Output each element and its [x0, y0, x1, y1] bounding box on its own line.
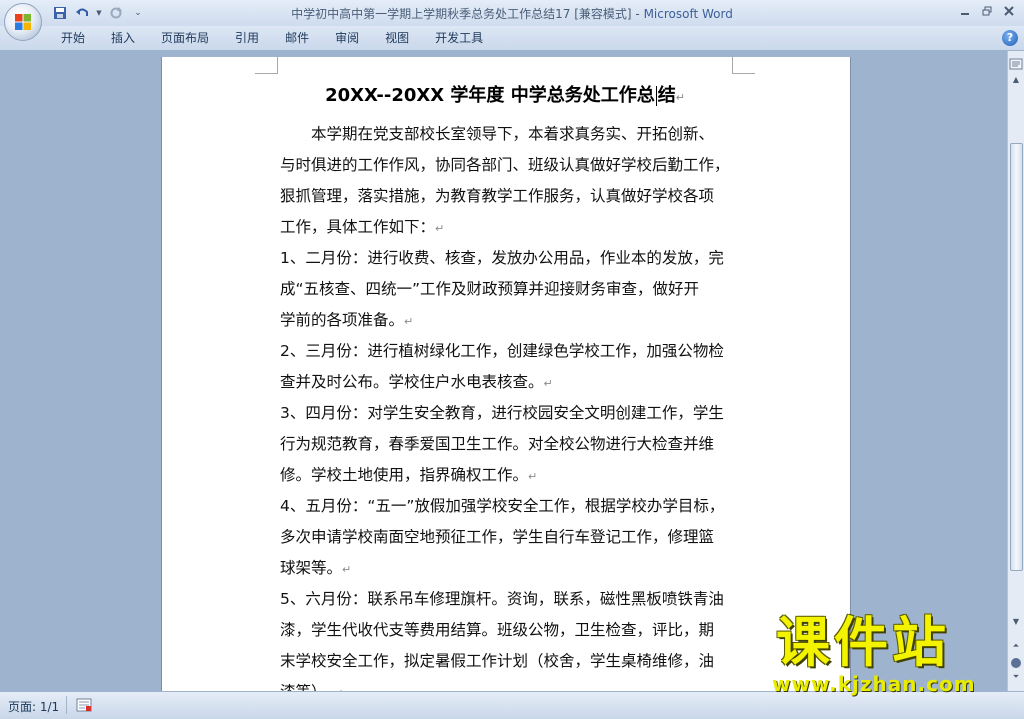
- office-logo-icon: [15, 14, 31, 30]
- line-text: 球架等。: [280, 559, 343, 577]
- line-text: 本学期在党支部校长室领导下，本着求真务实、开拓创新、: [311, 125, 715, 143]
- paragraph[interactable]: 1、二月份：进行收费、核查，发放办公用品，作业本的发放，完 成“五核查、四统一”工…: [280, 243, 730, 336]
- paragraph[interactable]: 本学期在党支部校长室领导下，本着求真务实、开拓创新、与时俱进的工作作风，协同各部…: [280, 119, 730, 243]
- text-cursor: [655, 86, 657, 106]
- line-text: 4、五月份：“五一”放假加强学校安全工作，根据学校办学目标，: [280, 497, 725, 515]
- paragraph[interactable]: 2、三月份：进行植树绿化工作，创建绿色学校工作，加强公物检 查并及时公布。学校住户…: [280, 336, 730, 398]
- text-line: 球架等。↵: [280, 553, 730, 584]
- paragraph[interactable]: 3、四月份：对学生安全教育，进行校园安全文明创建工作，学生 行为规范教育，春季爱国…: [280, 398, 730, 491]
- text-line: 漆，学生代收代支等费用结算。班级公物，卫生检查，评比，期: [280, 615, 730, 646]
- line-text: 3、四月份：对学生安全教育，进行校园安全文明创建工作，学生: [280, 404, 724, 422]
- text-line: 成“五核查、四统一”工作及财政预算并迎接财务审查，做好开: [280, 274, 730, 305]
- status-divider: [66, 696, 67, 714]
- help-icon[interactable]: ?: [1002, 30, 1018, 46]
- line-text: 漆，学生代收代支等费用结算。班级公物，卫生检查，评比，期: [280, 621, 715, 639]
- paragraph[interactable]: 4、五月份：“五一”放假加强学校安全工作，根据学校办学目标， 多次申请学校南面空地…: [280, 491, 730, 584]
- line-text: 多次申请学校南面空地预征工作，学生自行车登记工作，修理篮: [280, 528, 715, 546]
- text-line: 5、六月份：联系吊车修理旗杆。资询，联系，磁性黑板喷铁青油: [280, 584, 730, 615]
- text-line: 工作，具体工作如下：↵: [280, 212, 730, 243]
- line-text: 工作，具体工作如下：: [280, 218, 436, 236]
- document-page[interactable]: 20XX--20XX 学年度 中学总务处工作总 结↵ 本学期在党支部校长室领导下，…: [162, 57, 850, 691]
- document-heading-text: 20XX--20XX 学年度 中学总务处工作总: [325, 85, 655, 106]
- text-line: 末学校安全工作，拟定暑假工作计划（校舍，学生桌椅维修，油: [280, 646, 730, 677]
- line-text: 修。学校土地使用，指界确权工作。: [280, 466, 529, 484]
- text-line: 2、三月份：进行植树绿化工作，创建绿色学校工作，加强公物检: [280, 336, 730, 367]
- margin-corner-top-right: [732, 57, 755, 74]
- paragraph-mark: ↵: [675, 91, 685, 104]
- page-count[interactable]: 页面: 1/1: [8, 698, 59, 715]
- line-text: 成“五核查、四统一”工作及财政预算并迎接财务审查，做好开: [280, 280, 700, 298]
- line-text: 学前的各项准备。: [280, 311, 405, 329]
- app-name: Microsoft Word: [643, 7, 733, 21]
- line-text: 行为规范教育，春季爱国卫生工作。对全校公物进行大检查并维: [280, 435, 715, 453]
- tab-references[interactable]: 引用: [222, 30, 272, 47]
- text-line: 与时俱进的工作作风，协同各部门、班级认真做好学校后勤工作，: [280, 150, 730, 181]
- paragraph[interactable]: 5、六月份：联系吊车修理旗杆。资询，联系，磁性黑板喷铁青油 漆，学生代收代支等费用…: [280, 584, 730, 691]
- text-line: 查并及时公布。学校住户水电表核查。↵: [280, 367, 730, 398]
- tab-home[interactable]: 开始: [48, 30, 98, 47]
- watermark-url: www.kjzhan.com: [772, 672, 976, 696]
- text-line: 漆等）。↵: [280, 677, 730, 691]
- tab-review[interactable]: 审阅: [322, 30, 372, 47]
- text-line: 本学期在党支部校长室领导下，本着求真务实、开拓创新、: [280, 119, 730, 150]
- minimize-icon[interactable]: [954, 2, 976, 20]
- next-page-icon[interactable]: ⏷: [1009, 672, 1023, 686]
- text-line: 狠抓管理，落实措施，为教育教学工作服务，认真做好学校各项: [280, 181, 730, 212]
- paragraph-mark: ↵: [404, 315, 414, 328]
- text-line: 1、二月份：进行收费、核查，发放办公用品，作业本的发放，完: [280, 243, 730, 274]
- text-line: 学前的各项准备。↵: [280, 305, 730, 336]
- text-line: 4、五月份：“五一”放假加强学校安全工作，根据学校办学目标，: [280, 491, 730, 522]
- line-text: 狠抓管理，落实措施，为教育教学工作服务，认真做好学校各项: [280, 187, 715, 205]
- paragraph-mark: ↵: [528, 470, 538, 483]
- tab-view[interactable]: 视图: [372, 30, 422, 47]
- close-icon[interactable]: [998, 2, 1020, 20]
- tab-developer[interactable]: 开发工具: [422, 30, 496, 47]
- window-controls: [954, 2, 1020, 20]
- vertical-scrollbar[interactable]: ▲ ▼ ⏶ ⏷: [1007, 51, 1024, 691]
- line-text: 1、二月份：进行收费、核查，发放办公用品，作业本的发放，完: [280, 249, 724, 267]
- line-text: 2、三月份：进行植树绿化工作，创建绿色学校工作，加强公物检: [280, 342, 724, 360]
- document-heading[interactable]: 20XX--20XX 学年度 中学总务处工作总 结↵: [280, 85, 730, 109]
- document-heading-text-end: 结: [657, 85, 676, 106]
- watermark: 课件站 www.kjzhan.com: [768, 611, 1008, 697]
- previous-page-icon[interactable]: ⏶: [1009, 641, 1023, 655]
- paragraph-mark: ↵: [435, 222, 445, 235]
- document-body[interactable]: 本学期在党支部校长室领导下，本着求真务实、开拓创新、与时俱进的工作作风，协同各部…: [280, 119, 730, 691]
- tab-list: 开始 插入 页面布局 引用 邮件 审阅 视图 开发工具: [48, 30, 496, 47]
- line-text: 漆等）。: [280, 683, 334, 691]
- title-bar: ▼ ⌄ 中学初中高中第一学期上学期秋季总务处工作总结17 [兼容模式] - Mi…: [0, 0, 1024, 41]
- restore-icon[interactable]: [976, 2, 998, 20]
- scroll-down-arrow-icon[interactable]: ▼: [1009, 615, 1023, 629]
- line-text: 末学校安全工作，拟定暑假工作计划（校舍，学生桌椅维修，油: [280, 652, 715, 670]
- scroll-up-arrow-icon[interactable]: ▲: [1009, 73, 1023, 87]
- tab-mailings[interactable]: 邮件: [272, 30, 322, 47]
- text-line: 行为规范教育，春季爱国卫生工作。对全校公物进行大检查并维: [280, 429, 730, 460]
- scroll-thumb[interactable]: [1010, 143, 1023, 571]
- line-text: 与时俱进的工作作风，协同各部门、班级认真做好学校后勤工作，: [280, 156, 730, 174]
- line-text: 查并及时公布。学校住户水电表核查。: [280, 373, 544, 391]
- margin-corner-top-left: [255, 57, 278, 74]
- text-line: 3、四月份：对学生安全教育，进行校园安全文明创建工作，学生: [280, 398, 730, 429]
- paragraph-mark: ↵: [543, 377, 553, 390]
- ribbon-tabs: 开始 插入 页面布局 引用 邮件 审阅 视图 开发工具 ?: [0, 26, 1024, 51]
- line-text: 5、六月份：联系吊车修理旗杆。资询，联系，磁性黑板喷铁青油: [280, 590, 724, 608]
- text-line: 多次申请学校南面空地预征工作，学生自行车登记工作，修理篮: [280, 522, 730, 553]
- tab-insert[interactable]: 插入: [98, 30, 148, 47]
- watermark-text: 课件站: [776, 611, 950, 674]
- tab-page-layout[interactable]: 页面布局: [148, 30, 222, 47]
- paragraph-mark: ↵: [342, 563, 352, 576]
- document-workspace: 20XX--20XX 学年度 中学总务处工作总 结↵ 本学期在党支部校长室领导下，…: [0, 51, 1007, 691]
- document-name: 中学初中高中第一学期上学期秋季总务处工作总结17 [兼容模式] -: [291, 7, 644, 21]
- view-ruler-icon[interactable]: [1009, 55, 1023, 70]
- office-button[interactable]: [4, 3, 42, 41]
- text-line: 修。学校土地使用，指界确权工作。↵: [280, 460, 730, 491]
- window-title: 中学初中高中第一学期上学期秋季总务处工作总结17 [兼容模式] - Micros…: [0, 5, 1024, 22]
- proofing-status-icon[interactable]: [76, 697, 92, 712]
- select-browse-object-icon[interactable]: [1011, 658, 1021, 668]
